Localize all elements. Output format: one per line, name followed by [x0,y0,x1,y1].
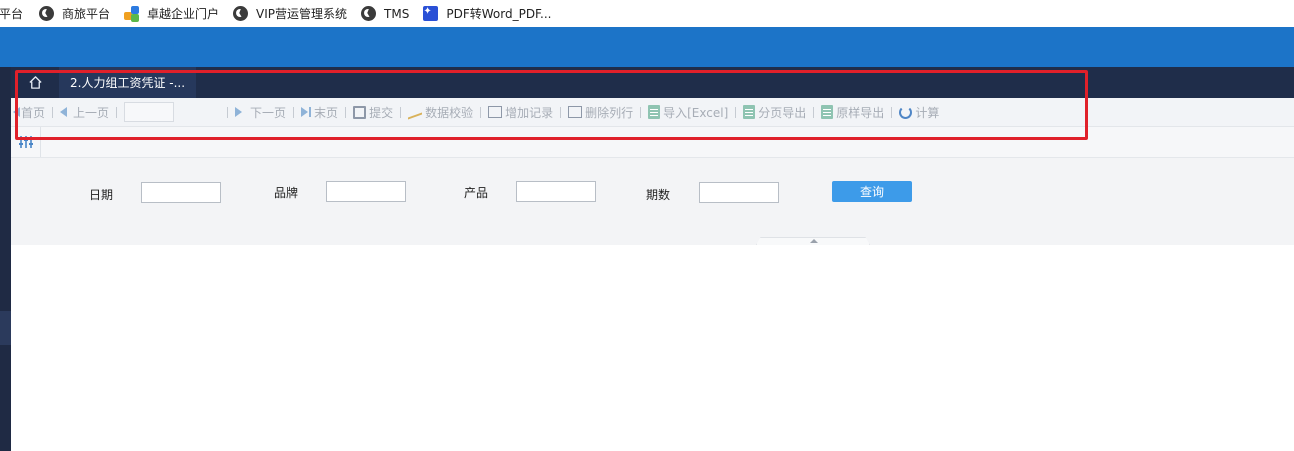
date-input[interactable] [141,182,221,203]
calculate-button[interactable]: 计算 [899,104,939,121]
tab-payroll-voucher[interactable]: 2.人力组工资凭证 -... [59,67,196,98]
bookmark-tms[interactable]: TMS [361,6,409,21]
add-record-label: 增加记录 [505,105,554,120]
separator [116,106,118,118]
export-icon [821,105,834,119]
validate-button[interactable]: 数据校验 [408,104,473,121]
export-icon [743,105,756,119]
pdf-icon: ✦ [423,6,439,21]
bookmark-label: 商旅平台 [62,7,111,21]
submit-button[interactable]: 提交 [353,104,393,121]
bookmark-label: VIP营运管理系统 [256,7,348,21]
date-label: 日期 [89,188,114,202]
calculate-label: 计算 [915,105,940,120]
bookmarks-bar: 平台 商旅平台 卓越企业门户 VIP营运管理系统 TMS ✦ PDF转Word_… [0,0,1294,27]
import-excel-label: 导入[Excel] [663,105,729,120]
sliders-icon [18,136,33,148]
refresh-icon [899,105,913,119]
bookmark-label: 卓越企业门户 [147,7,220,21]
home-icon [28,76,42,89]
last-page-button[interactable]: 末页 [301,104,338,121]
prev-page-icon [60,107,68,117]
bookmark-business-travel[interactable]: 商旅平台 [39,5,110,22]
separator [640,106,642,118]
bookmark-label: 平台 [0,7,24,21]
last-page-bar-icon [309,107,312,117]
separator [735,106,737,118]
delete-row-label: 删除列行 [585,105,634,120]
delete-row-button[interactable]: 删除列行 [568,104,633,121]
bookmark-vip-ops[interactable]: VIP营运管理系统 [233,5,347,22]
globe-icon [233,6,249,21]
original-export-button[interactable]: 原样导出 [821,104,884,121]
home-tab[interactable] [11,67,59,98]
first-page-label: 首页 [21,105,46,120]
next-page-button[interactable]: 下一页 [235,104,286,121]
page-number-input[interactable] [124,102,175,122]
toolbar: 首页 上一页 下一页 末页 提交 数据校验 增加记录 删除列行 导入[Excel… [11,98,1294,127]
separator [480,106,482,118]
prev-page-label: 上一页 [73,105,110,120]
separator [400,106,402,118]
last-page-icon [301,107,309,117]
brand-input[interactable] [326,181,406,202]
filter-strip [11,127,1294,158]
ruler-icon [408,104,423,120]
separator [227,106,229,118]
separator [560,106,562,118]
validate-label: 数据校验 [425,105,474,120]
product-label: 产品 [464,186,489,200]
product-input[interactable] [516,181,596,202]
paged-export-button[interactable]: 分页导出 [743,104,806,121]
query-button[interactable]: 查询 [832,181,912,202]
prev-page-button[interactable]: 上一页 [60,104,109,121]
excel-icon [648,105,661,119]
first-page-button[interactable]: 首页 [13,104,45,121]
globe-icon [361,6,377,21]
import-excel-button[interactable]: 导入[Excel] [648,104,728,121]
globe-icon [39,6,55,21]
add-row-icon [488,106,503,118]
next-page-label: 下一页 [250,105,287,120]
bookmark-label: TMS [384,6,410,21]
filter-settings-button[interactable] [11,127,41,157]
period-label: 期数 [646,188,671,202]
delete-row-icon [568,106,583,118]
separator [891,106,893,118]
query-panel: 日期 品牌 产品 期数 查询 [11,158,1294,245]
add-record-button[interactable]: 增加记录 [488,104,553,121]
bookmark-pdf-to-word[interactable]: ✦ PDF转Word_PDF... [423,5,551,22]
separator [813,106,815,118]
collapse-arrow-icon [810,239,818,243]
brand-label: 品牌 [274,186,299,200]
bookmark-platform[interactable]: 平台 [0,5,23,22]
separator [52,106,54,118]
last-page-label: 末页 [314,105,339,120]
original-export-label: 原样导出 [836,105,885,120]
collapse-panel-handle[interactable] [756,237,870,245]
bookmark-enterprise-portal[interactable]: 卓越企业门户 [124,5,219,22]
app-header [0,27,1294,67]
sidebar-strip [0,67,11,451]
submit-label: 提交 [369,105,394,120]
next-page-icon [235,107,243,117]
first-page-icon [13,107,20,117]
tab-label: 2.人力组工资凭证 -... [70,76,186,90]
sidebar-active-marker [0,311,11,345]
cube-icon [124,6,140,22]
period-input[interactable] [699,182,779,203]
tab-bar: 2.人力组工资凭证 -... [11,67,1294,98]
separator [293,106,295,118]
paged-export-label: 分页导出 [758,105,807,120]
save-icon [353,105,367,119]
bookmark-label: PDF转Word_PDF... [446,7,552,21]
separator [345,106,347,118]
